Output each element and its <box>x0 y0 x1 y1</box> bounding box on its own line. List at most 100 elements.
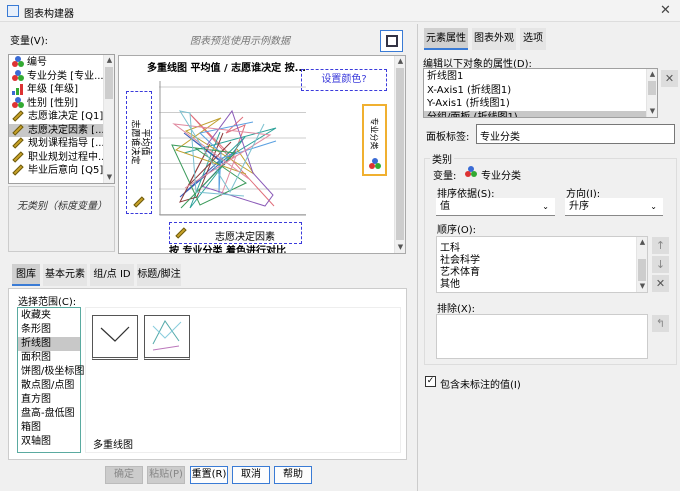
order-item[interactable]: 社会科学 <box>437 255 647 267</box>
variable-item[interactable]: 毕业后意向 [Q5] <box>9 164 103 178</box>
chart-type-item[interactable]: 双轴图 <box>18 435 80 449</box>
chart-type-item[interactable]: 箱图 <box>18 421 80 435</box>
chart-type-list[interactable]: 收藏夹 条形图 折线图 面积图 饼图/极坐标图 散点图/点图 直方图 盘高-盘低图 箱图 双轴图 <box>17 307 84 453</box>
tab-0[interactable]: 元素属性 <box>424 28 468 50</box>
variable-item[interactable]: 年级 [年级] <box>9 83 103 97</box>
sort-by-select[interactable]: 值 ⌄ <box>436 198 555 216</box>
chart-type-item[interactable]: 饼图/极坐标图 <box>18 365 84 379</box>
scale-icon <box>12 164 24 176</box>
variable-item[interactable]: 性别 [性别] <box>9 96 103 111</box>
tab-1[interactable]: 基本元素 <box>43 264 87 286</box>
include-unlabeled-checkbox[interactable]: ✓ <box>425 376 436 387</box>
variable-label: 专业分类 [专业... <box>27 70 104 82</box>
panel-dropzone[interactable]: 专业分类 <box>362 104 387 176</box>
direction-select[interactable]: 升序 ⌄ <box>565 198 663 216</box>
set-color-label: 设置颜色? <box>321 74 367 85</box>
multiple-line-thumbnail[interactable] <box>144 315 190 360</box>
variable-item[interactable]: 职业规划过程中... <box>9 150 108 165</box>
chart-type-item[interactable]: 盘高-盘低图 <box>18 407 80 421</box>
y-axis-label-1: 平均值 <box>139 128 150 156</box>
chart-type-item[interactable]: 折线图 <box>18 337 80 351</box>
tab-3[interactable]: 标题/脚注 <box>137 264 181 286</box>
restore-button[interactable]: ↰ <box>652 315 669 332</box>
exclude-button[interactable]: ✕ <box>652 275 669 292</box>
scale-icon <box>12 110 24 122</box>
order-item[interactable]: 其他 <box>437 279 647 291</box>
object-item[interactable]: X-Axis1 (折线图1) <box>424 84 646 98</box>
object-item[interactable]: Y-Axis1 (折线图1) <box>424 97 646 111</box>
chevron-down-icon: ⌄ <box>650 202 657 211</box>
object-list-scrollbar[interactable]: ▲ ▼ <box>646 69 657 117</box>
gallery-tabs: 图库 基本元素 组/点 ID 标题/脚注 <box>12 264 181 286</box>
exclude-list[interactable] <box>436 314 648 359</box>
variable-label: 编号 <box>27 57 47 68</box>
variable-item[interactable]: 志愿决定因素 [... <box>9 123 105 137</box>
nominal-icon <box>369 158 381 170</box>
chart-preview <box>159 81 306 216</box>
reset-button[interactable]: 重置(R) <box>190 466 228 484</box>
object-item[interactable]: 折线图1 <box>424 70 646 84</box>
app-icon <box>7 5 19 17</box>
toggle-panel-button[interactable] <box>380 30 403 52</box>
chart-canvas[interactable]: 多重线图 平均值 / 志愿谁决定 按... 设置颜色? 平均值 志愿谁决定 专业… <box>118 55 406 254</box>
scale-icon <box>133 196 145 208</box>
variable-label: 毕业后意向 [Q5] <box>28 165 104 176</box>
canvas-scrollbar[interactable]: ▲ ▼ <box>394 56 405 253</box>
tab-2[interactable]: 组/点 ID <box>90 264 134 286</box>
panel-label-input[interactable]: 专业分类 <box>476 124 675 144</box>
move-up-button[interactable]: ↑ <box>652 237 669 254</box>
category-group: 类别 变量: 专业分类 排序依据(S): 值 ⌄ 方向(I): 升序 ⌄ 顺序(O)… <box>424 151 677 365</box>
sort-by-value: 值 <box>440 201 450 212</box>
variable-item[interactable]: 志愿谁决定 [Q1] <box>9 110 103 124</box>
chart-type-item[interactable]: 收藏夹 <box>18 309 80 323</box>
variable-label: 志愿谁决定 [Q1] <box>28 111 104 122</box>
simple-line-thumbnail[interactable] <box>92 315 138 360</box>
ok-button[interactable]: 确定 <box>105 466 143 484</box>
help-button[interactable]: 帮助 <box>274 466 312 484</box>
order-list[interactable]: 工科 社会科学 艺术体育 其他 ▲ ▼ <box>436 236 648 293</box>
nominal-icon <box>465 166 477 178</box>
y-axis-dropzone[interactable]: 平均值 志愿谁决定 <box>126 91 152 214</box>
preview-note: 图表预览使用示例数据 <box>190 36 290 47</box>
include-unlabeled-label: 包含未标注的值(I) <box>440 380 521 391</box>
tab-0[interactable]: 图库 <box>12 264 40 286</box>
nominal-icon <box>12 69 24 82</box>
panel-label: 专业分类 <box>369 117 379 150</box>
variable-list-scrollbar[interactable]: ▲ ▼ <box>103 55 114 183</box>
object-list[interactable]: 折线图1 X-Axis1 (折线图1) Y-Axis1 (折线图1) 分组/面板 (折… <box>423 68 658 118</box>
group-title: 类别 <box>430 151 454 166</box>
category-note: 无类别（标度变量） <box>17 201 107 212</box>
chart-type-item[interactable]: 直方图 <box>18 393 80 407</box>
canvas-title: 多重线图 平均值 / 志愿谁决定 按... <box>147 63 306 74</box>
variable-item[interactable]: 编号 <box>9 56 103 70</box>
order-list-scrollbar[interactable]: ▲ ▼ <box>636 237 647 292</box>
canvas-footer: 按 专业分类 着色进行对比 <box>169 246 286 253</box>
tab-1[interactable]: 图表外观 <box>472 28 516 50</box>
order-label: 顺序(O): <box>437 225 477 236</box>
order-item[interactable]: 艺术体育 <box>437 267 647 279</box>
object-item[interactable]: 分组/面板 (折线图1) <box>424 110 646 117</box>
chart-type-item[interactable]: 散点图/点图 <box>18 379 80 393</box>
x-axis-dropzone[interactable]: 志愿决定因素 <box>169 222 302 244</box>
variable-label: 职业规划过程中... <box>28 151 108 163</box>
order-item[interactable]: 工科 <box>437 243 647 255</box>
close-icon[interactable]: ✕ <box>660 3 671 18</box>
variable-item[interactable]: 专业分类 [专业... <box>9 69 104 84</box>
variable-caption: 变量: <box>433 171 457 182</box>
variable-label: 志愿决定因素 [... <box>28 124 105 136</box>
preview-line <box>198 121 277 194</box>
tab-2[interactable]: 选项 <box>520 28 546 50</box>
chart-type-item[interactable]: 面积图 <box>18 351 80 365</box>
delete-object-button[interactable]: ✕ <box>661 70 678 87</box>
variable-list[interactable]: 编号专业分类 [专业... 年级 [年级] 性别 [性别] 志愿谁决定 [Q1] 志愿决… <box>8 54 115 184</box>
variable-item[interactable]: 规划课程指导 [... <box>9 137 105 151</box>
set-color-dropzone[interactable]: 设置颜色? <box>301 69 387 91</box>
cancel-button[interactable]: 取消 <box>232 466 270 484</box>
nominal-icon <box>12 96 24 109</box>
splitter[interactable] <box>417 24 418 491</box>
move-down-button[interactable]: ↓ <box>652 256 669 273</box>
chart-type-item[interactable]: 条形图 <box>18 323 80 337</box>
paste-button[interactable]: 粘贴(P) <box>147 466 185 484</box>
chevron-down-icon: ⌄ <box>542 202 549 211</box>
choose-label: 选择范围(C): <box>18 297 77 308</box>
